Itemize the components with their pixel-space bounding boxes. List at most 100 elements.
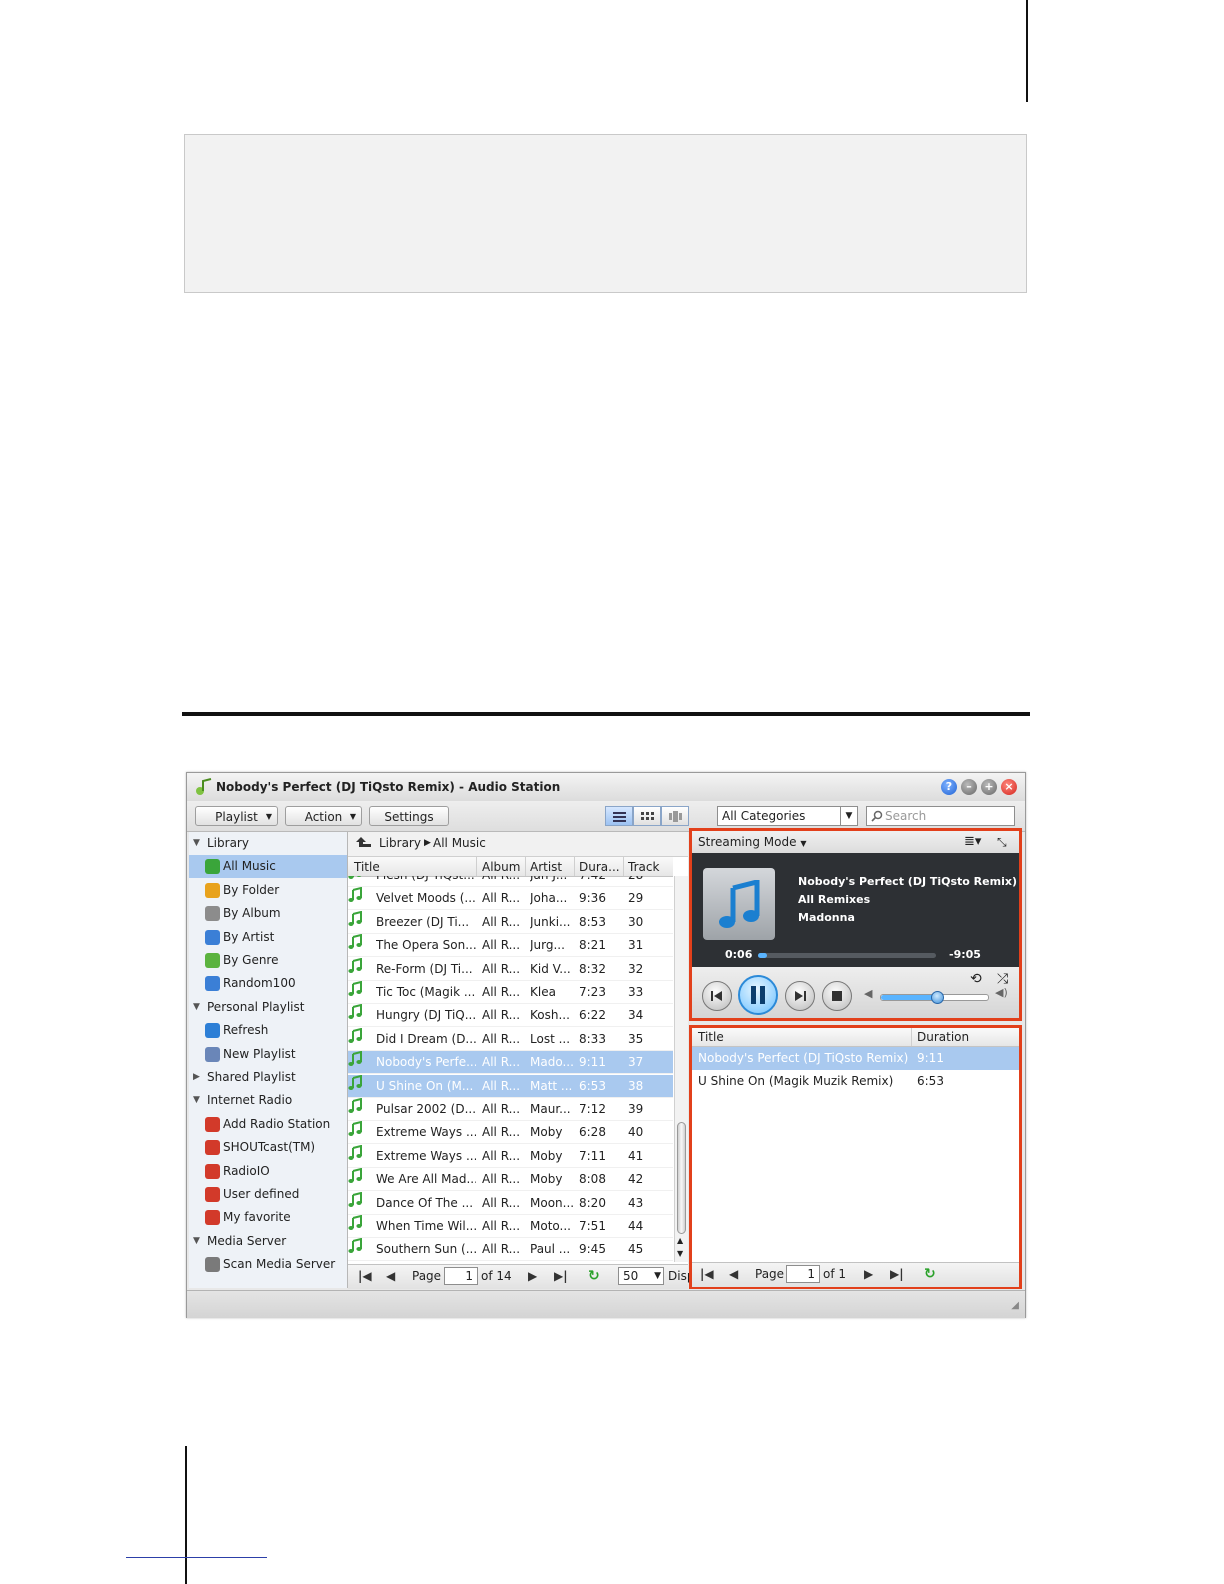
refresh-icon[interactable]: ↻ xyxy=(924,1263,936,1285)
playlist-menu-button[interactable]: Playlist ▼ xyxy=(195,806,278,826)
stop-button[interactable] xyxy=(822,981,852,1011)
seek-slider[interactable] xyxy=(758,953,936,958)
first-page-icon[interactable]: |◀ xyxy=(700,1263,714,1285)
cell-duration: 6:53 xyxy=(917,1074,944,1089)
column-header-duration[interactable]: Dura... xyxy=(579,860,620,874)
sidebar-item-user-defined[interactable]: User defined xyxy=(189,1183,347,1206)
next-page-icon[interactable]: ▶ xyxy=(864,1263,873,1285)
table-row[interactable]: Nobody's Perfe... All R... Mado... 9:11 37 xyxy=(348,1050,673,1075)
sidebar-section-library[interactable]: ▼ Library xyxy=(189,832,347,855)
sidebar-item-add-radio-station[interactable]: Add Radio Station xyxy=(189,1113,347,1136)
chevron-down-icon[interactable]: ▼ xyxy=(840,807,857,825)
volume-slider[interactable] xyxy=(880,991,989,1004)
action-menu-button[interactable]: Action ▼ xyxy=(285,806,362,826)
sidebar-section-personal-playlist[interactable]: ▼ Personal Playlist xyxy=(189,996,347,1019)
streaming-mode-select[interactable]: Streaming Mode ▼ xyxy=(698,831,806,855)
per-page-select[interactable]: 50 ▼ xyxy=(618,1267,664,1285)
queue-column-title[interactable]: Title xyxy=(698,1030,724,1044)
chevron-down-icon[interactable]: ▼ xyxy=(193,1230,200,1253)
cell-duration: 7:23 xyxy=(579,985,606,999)
prev-page-icon[interactable]: ◀ xyxy=(386,1265,395,1287)
chevron-right-icon[interactable]: ▶ xyxy=(193,1066,200,1089)
column-header-track[interactable]: Track xyxy=(628,860,659,874)
last-page-icon[interactable]: ▶| xyxy=(890,1263,904,1285)
queue-row[interactable]: Nobody's Perfect (DJ TiQsto Remix) 9:11 xyxy=(692,1047,1019,1070)
sidebar-item-refresh[interactable]: Refresh xyxy=(189,1019,347,1042)
table-row[interactable]: Flesh (DJ TiQst... All R...Jan J...7:42 28 xyxy=(348,876,673,887)
table-row[interactable]: The Opera Son... All R... Jurg... 8:21 31 xyxy=(348,933,673,958)
sidebar-item-label: Refresh xyxy=(223,1023,269,1038)
table-row[interactable]: Extreme Ways ... All R... Moby 6:28 40 xyxy=(348,1121,673,1145)
previous-track-button[interactable] xyxy=(702,981,732,1011)
table-row[interactable]: Velvet Moods (... All R... Joha... 9:36 29 xyxy=(348,887,673,911)
column-header-title[interactable]: Title xyxy=(354,860,380,874)
shuffle-icon[interactable]: ⤮ xyxy=(997,971,1008,987)
table-row[interactable]: Extreme Ways ... All R... Moby 7:11 41 xyxy=(348,1144,673,1168)
chevron-down-icon[interactable]: ▼ xyxy=(193,1089,200,1112)
title-bar[interactable]: Nobody's Perfect (DJ TiQsto Remix) - Aud… xyxy=(187,773,1025,801)
list-view-button[interactable] xyxy=(605,806,633,826)
sidebar-item-new-playlist[interactable]: New Playlist xyxy=(189,1043,347,1066)
page-number-input[interactable]: 1 xyxy=(786,1265,820,1283)
pause-button[interactable] xyxy=(738,975,778,1015)
sidebar-item-all-music[interactable]: All Music xyxy=(189,855,347,879)
column-header-album[interactable]: Album xyxy=(482,860,520,874)
sidebar-section-internet-radio[interactable]: ▼ Internet Radio xyxy=(189,1089,347,1112)
sidebar-item-by-artist[interactable]: By Artist xyxy=(189,926,347,949)
table-row[interactable]: Re-Form (DJ Ti... All R... Kid V... 8:32 32 xyxy=(348,957,673,981)
track-list-scrollbar[interactable]: ▲ ▼ xyxy=(674,876,688,1262)
sidebar-item-my-favorite[interactable]: My favorite xyxy=(189,1206,347,1229)
help-button[interactable]: ? xyxy=(941,779,957,795)
settings-button[interactable]: Settings xyxy=(369,806,449,826)
breadcrumb-root[interactable]: Library xyxy=(379,832,421,854)
column-header-artist[interactable]: Artist xyxy=(530,860,562,874)
grid-view-button[interactable] xyxy=(633,806,661,826)
maximize-button[interactable]: + xyxy=(981,779,997,795)
table-row[interactable]: Hungry (DJ TiQ... All R... Kosh... 6:22 34 xyxy=(348,1004,673,1028)
category-select[interactable]: All Categories ▼ xyxy=(717,806,858,826)
sidebar-item-by-genre[interactable]: By Genre xyxy=(189,949,347,972)
chevron-down-icon[interactable]: ▼ xyxy=(193,996,200,1019)
scroll-down-icon[interactable]: ▼ xyxy=(677,1249,683,1258)
volume-knob[interactable] xyxy=(930,991,944,1004)
last-page-icon[interactable]: ▶| xyxy=(554,1265,568,1287)
table-row[interactable]: Tic Toc (Magik ... All R... Klea 7:23 33 xyxy=(348,980,673,1004)
prev-page-icon[interactable]: ◀ xyxy=(729,1263,738,1285)
sidebar-section-media-server[interactable]: ▼ Media Server xyxy=(189,1230,347,1253)
sidebar-item-by-folder[interactable]: By Folder xyxy=(189,879,347,902)
sidebar-item-radioio[interactable]: RadioIO xyxy=(189,1160,347,1183)
refresh-icon[interactable]: ↻ xyxy=(588,1265,600,1287)
chevron-down-icon[interactable]: ▼ xyxy=(193,832,200,855)
up-folder-icon[interactable] xyxy=(356,837,372,850)
search-input[interactable]: Search xyxy=(866,806,1015,826)
sidebar-item-scan-media-server[interactable]: Scan Media Server xyxy=(189,1253,347,1276)
table-row[interactable]: Breezer (DJ Ti... All R... Junki... 8:53 30 xyxy=(348,910,673,934)
table-row[interactable]: When Time Wil... All R... Moto... 7:51 44 xyxy=(348,1214,673,1238)
cover-flow-view-button[interactable] xyxy=(661,806,689,826)
cell-duration: 7:12 xyxy=(579,1102,606,1116)
queue-row[interactable]: U Shine On (Magik Muzik Remix) 6:53 xyxy=(692,1070,1019,1093)
table-row[interactable]: U Shine On (M... All R... Matt ... 6:53 38 xyxy=(348,1074,673,1098)
scroll-up-icon[interactable]: ▲ xyxy=(677,1236,683,1245)
scrollbar-thumb[interactable] xyxy=(677,1122,686,1234)
table-row[interactable]: Did I Dream (D... All R... Lost ... 8:33 35 xyxy=(348,1027,673,1051)
playlist-menu-icon[interactable]: ≣▾ xyxy=(964,831,981,853)
minimize-button[interactable]: – xyxy=(961,779,977,795)
next-track-button[interactable] xyxy=(785,981,815,1011)
sidebar-item-by-album[interactable]: By Album xyxy=(189,902,347,925)
repeat-icon[interactable]: ⟲ xyxy=(970,971,982,987)
collapse-icon[interactable]: ⤡ xyxy=(997,831,1007,853)
table-row[interactable]: Pulsar 2002 (D... All R... Maur... 7:12 39 xyxy=(348,1097,673,1121)
queue-column-duration[interactable]: Duration xyxy=(917,1030,969,1044)
next-page-icon[interactable]: ▶ xyxy=(528,1265,537,1287)
table-row[interactable]: Dance Of The ... All R... Moon... 8:20 43 xyxy=(348,1191,673,1215)
resize-grip-icon[interactable]: ◢ xyxy=(1011,1300,1019,1311)
first-page-icon[interactable]: |◀ xyxy=(358,1265,372,1287)
sidebar-item-random100[interactable]: Random100 xyxy=(189,972,347,995)
table-row[interactable]: We Are All Mad... All R... Moby 8:08 42 xyxy=(348,1167,673,1192)
page-number-input[interactable]: 1 xyxy=(444,1267,478,1285)
sidebar-section-shared-playlist[interactable]: ▶ Shared Playlist xyxy=(189,1066,347,1089)
close-button[interactable]: × xyxy=(1001,779,1017,795)
table-row[interactable]: Southern Sun (... All R... Paul ... 9:45 45 xyxy=(348,1238,673,1262)
sidebar-item-shoutcast-tm[interactable]: SHOUTcast(TM) xyxy=(189,1136,347,1159)
